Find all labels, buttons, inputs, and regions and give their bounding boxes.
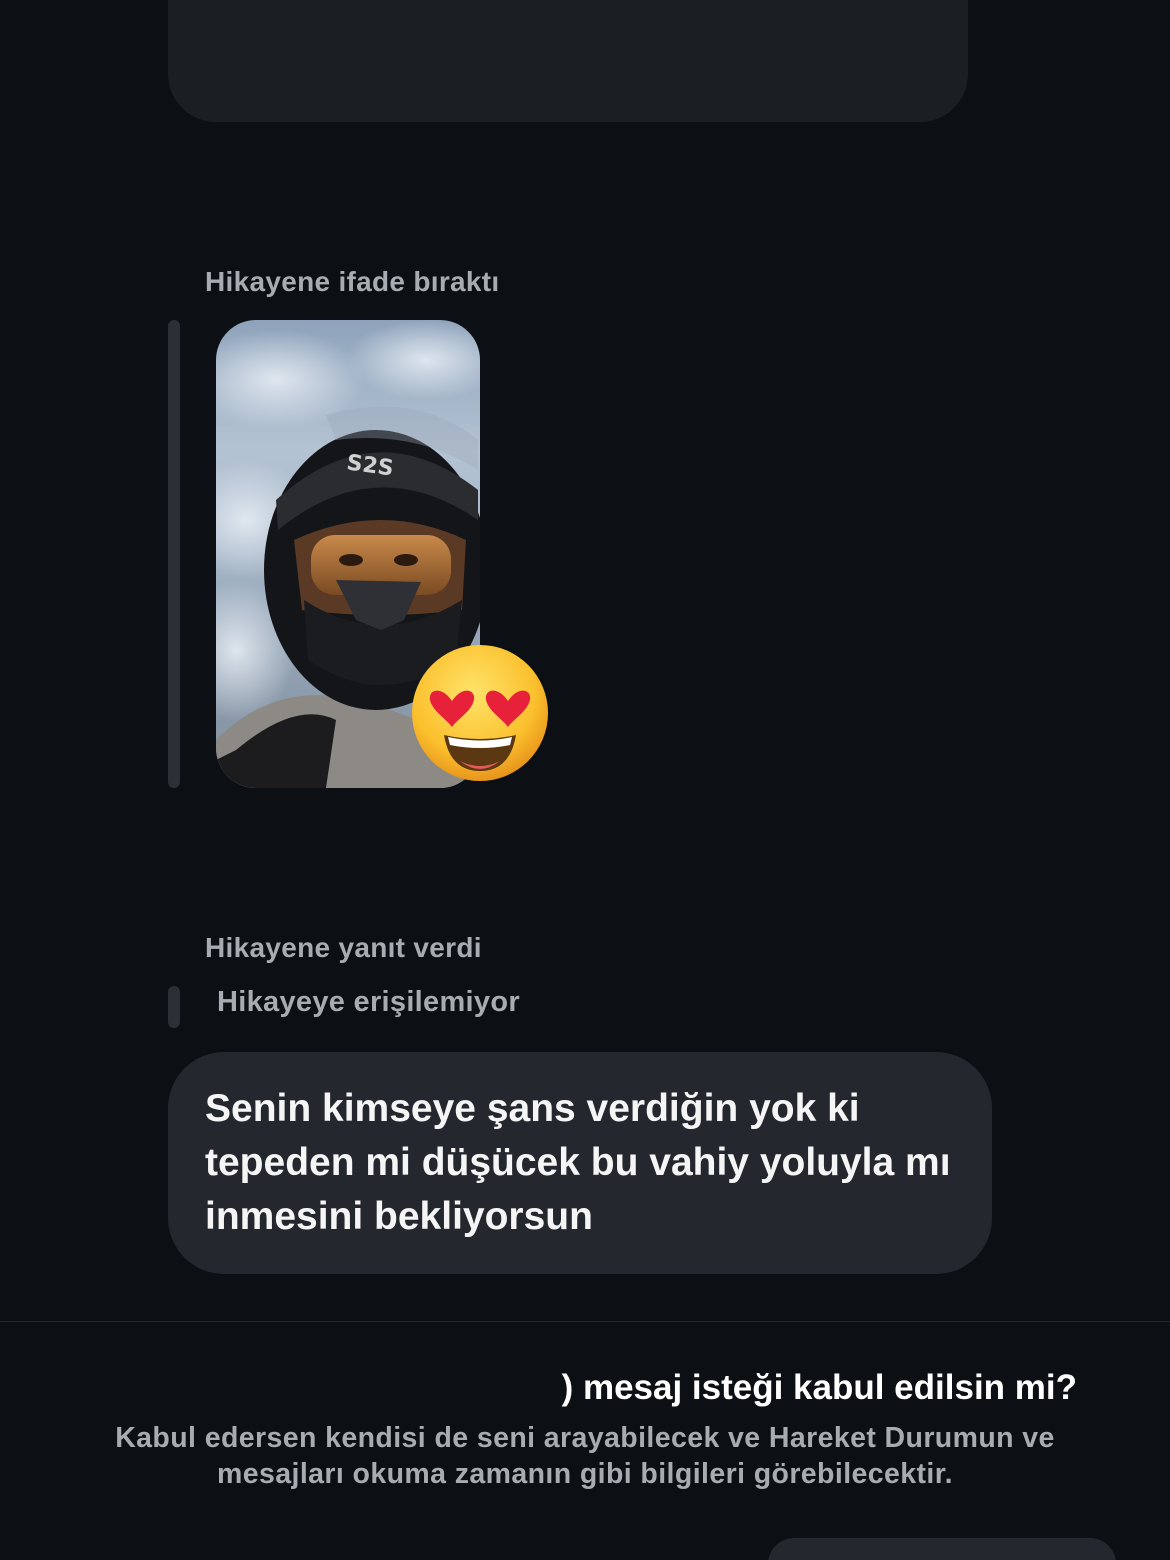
previous-message-bubble[interactable] xyxy=(168,0,968,122)
message-text: Senin kimseye şans verdiğin yok ki teped… xyxy=(205,1087,951,1238)
heart-eyes-emoji-icon xyxy=(412,645,548,781)
story-unavailable-text: Hikayeye erişilemiyor xyxy=(217,986,520,1018)
message-bubble[interactable]: Senin kimseye şans verdiğin yok ki teped… xyxy=(168,1052,992,1274)
message-request-description: Kabul edersen kendisi de seni arayabilec… xyxy=(115,1422,1055,1490)
message-request-title: ) mesaj isteği kabul edilsin mi? xyxy=(561,1368,1077,1407)
story-reply-label: Hikayene yanıt verdi xyxy=(205,932,482,963)
story-reply-quote-bar xyxy=(168,986,180,1028)
divider xyxy=(0,1321,1170,1322)
story-quote-bar xyxy=(168,320,180,788)
story-reaction-label: Hikayene ifade bıraktı xyxy=(205,266,500,297)
chat-screen: Hikayene ifade bıraktı S2S Hikayene yanı… xyxy=(0,0,1170,1560)
request-action-button[interactable] xyxy=(768,1538,1116,1560)
